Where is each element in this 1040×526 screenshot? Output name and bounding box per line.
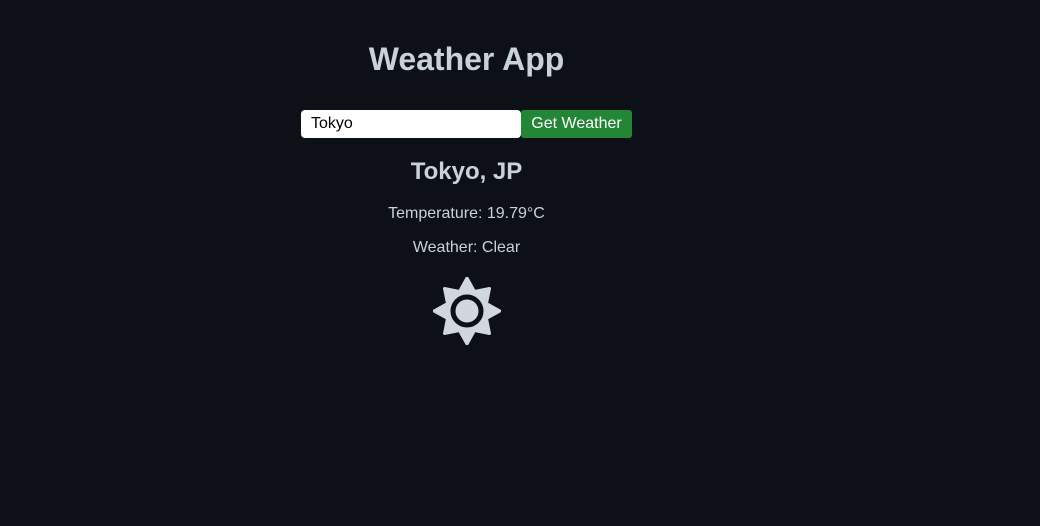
sun-icon-graphic: [432, 276, 502, 346]
sun-icon: [432, 276, 502, 346]
weather-condition-text: Weather: Clear: [412, 239, 521, 256]
temperature-text: Temperature: 19.79°C: [388, 205, 545, 222]
city-search-input[interactable]: [301, 110, 521, 138]
page-title: Weather App: [368, 41, 565, 77]
city-name: Tokyo, JP: [410, 158, 523, 185]
get-weather-button[interactable]: Get Weather: [521, 110, 632, 138]
search-form: Get Weather: [301, 110, 632, 138]
weather-app: Weather App Get Weather Tokyo, JP Temper…: [0, 0, 1040, 526]
